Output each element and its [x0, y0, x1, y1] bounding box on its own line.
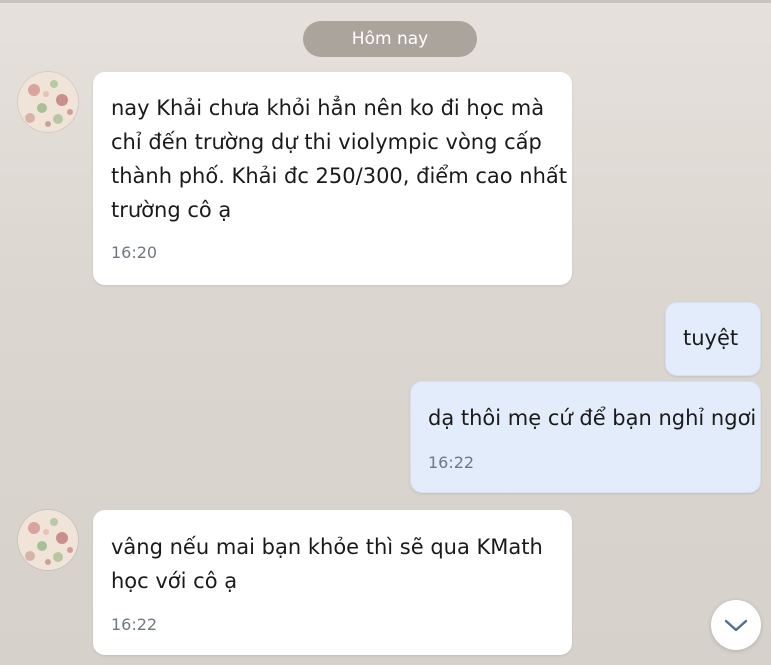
sender-avatar[interactable] — [18, 72, 78, 132]
message-bubble-incoming[interactable]: vâng nếu mai bạn khỏe thì sẽ qua KMath h… — [93, 510, 572, 655]
floral-avatar-icon — [18, 510, 78, 570]
top-divider — [0, 0, 771, 3]
sender-avatar[interactable] — [18, 510, 78, 570]
message-time: 16:20 — [111, 243, 158, 262]
floral-avatar-icon — [18, 72, 78, 132]
message-line: vâng nếu mai bạn khỏe thì sẽ qua KMath — [111, 535, 543, 559]
message-line: tuyệt — [683, 326, 739, 350]
message-bubble-outgoing[interactable]: dạ thôi mẹ cứ để bạn nghỉ ngơi 16:22 — [410, 381, 761, 493]
message-line: trường cô ạ — [111, 198, 232, 222]
chevron-down-icon — [724, 619, 748, 632]
message-line: chỉ đến trường dự thi violympic vòng cấp — [111, 130, 542, 154]
message-time: 16:22 — [111, 615, 158, 634]
date-separator: Hôm nay — [303, 21, 477, 57]
message-line: thành phố. Khải đc 250/300, điểm cao nhấ… — [111, 164, 568, 188]
message-line: học với cô ạ — [111, 569, 238, 593]
message-line: dạ thôi mẹ cứ để bạn nghỉ ngơi — [428, 406, 757, 430]
message-bubble-incoming[interactable]: nay Khải chưa khỏi hẳn nên ko đi học mà … — [93, 72, 572, 285]
message-bubble-outgoing[interactable]: tuyệt — [665, 302, 761, 376]
message-time: 16:22 — [428, 453, 475, 472]
message-line: nay Khải chưa khỏi hẳn nên ko đi học mà — [111, 96, 545, 120]
scroll-to-bottom-button[interactable] — [711, 600, 761, 650]
